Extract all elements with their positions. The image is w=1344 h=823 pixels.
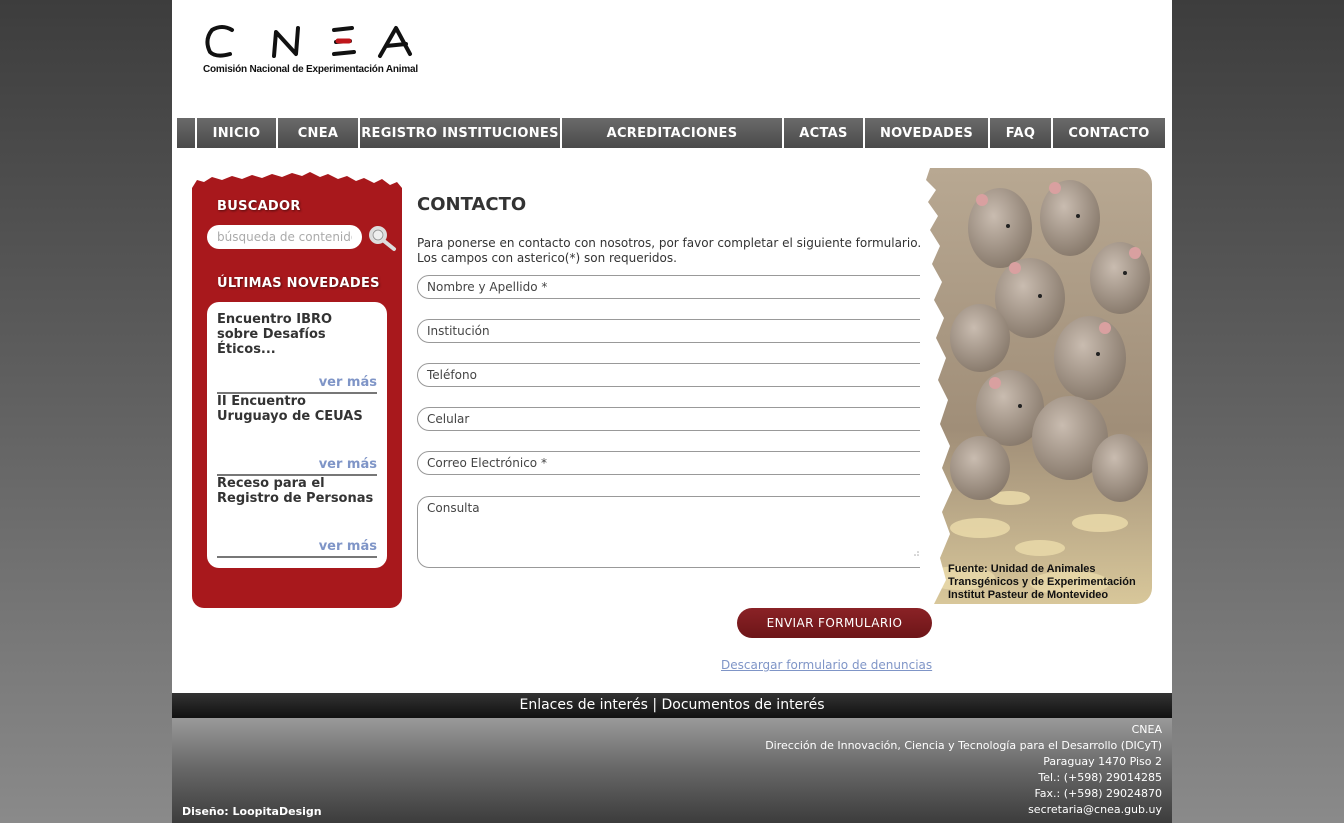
search-input[interactable] xyxy=(207,225,362,249)
email-field[interactable]: Correo Electrónico * xyxy=(417,451,934,475)
search-heading: BUSCADOR xyxy=(217,199,301,214)
read-more-link[interactable]: ver más xyxy=(319,539,377,554)
nav-item-actas[interactable]: ACTAS xyxy=(784,118,863,148)
news-list: Encuentro IBRO sobre Desafíos Éticos... … xyxy=(207,302,387,568)
nav-item-inicio[interactable]: INICIO xyxy=(197,118,276,148)
documents-of-interest-link[interactable]: Documentos de interés xyxy=(662,697,825,713)
list-item: Encuentro IBRO sobre Desafíos Éticos... … xyxy=(217,312,377,394)
read-more-link[interactable]: ver más xyxy=(319,457,377,472)
news-heading: ÚLTIMAS NOVEDADES xyxy=(217,276,380,291)
name-field[interactable]: Nombre y Apellido * xyxy=(417,275,934,299)
news-title[interactable]: II Encuentro Uruguayo de CEUAS xyxy=(217,394,377,424)
mice-photo: Fuente: Unidad de Animales Transgénicos … xyxy=(920,168,1152,604)
list-item: II Encuentro Uruguayo de CEUAS ver más xyxy=(217,394,377,476)
message-textarea[interactable]: Consulta xyxy=(417,496,934,568)
nav-item-faq[interactable]: FAQ xyxy=(990,118,1051,148)
message-placeholder: Consulta xyxy=(427,501,480,515)
design-credit[interactable]: Diseño: LoopitaDesign xyxy=(182,805,322,818)
footer: CNEA Dirección de Innovación, Ciencia y … xyxy=(172,718,1172,823)
footer-links-bar: Enlaces de interés | Documentos de inter… xyxy=(172,693,1172,718)
address: Paraguay 1470 Piso 2 xyxy=(1043,755,1162,768)
main-nav: INICIO CNEA REGISTRO INSTITUCIONES ACRED… xyxy=(177,118,1165,148)
nav-item-contacto[interactable]: CONTACTO xyxy=(1053,118,1165,148)
sidebar: BUSCADOR ÚLTIMAS NOVEDADES Encuentro IBR… xyxy=(192,168,402,608)
list-item: Receso para el Registro de Personas ver … xyxy=(217,476,377,558)
institution-field[interactable]: Institución xyxy=(417,319,934,343)
caption-line: Institut Pasteur de Montevideo xyxy=(948,589,1109,601)
mobile-field[interactable]: Celular xyxy=(417,407,934,431)
nav-item-novedades[interactable]: NOVEDADES xyxy=(865,118,988,148)
page-container: Comisión Nacional de Experimentación Ani… xyxy=(172,0,1172,823)
torn-edge-icon xyxy=(192,168,402,188)
nav-item-registro-instituciones[interactable]: REGISTRO INSTITUCIONES xyxy=(360,118,560,148)
logo-letters-icon xyxy=(205,25,412,58)
form-intro: Para ponerse en contacto con nosotros, p… xyxy=(417,236,921,266)
phone: Tel.: (+598) 29014285 xyxy=(1038,771,1162,784)
logo-subtitle: Comisión Nacional de Experimentación Ani… xyxy=(203,64,418,75)
submit-button[interactable]: ENVIAR FORMULARIO xyxy=(737,608,932,638)
read-more-link[interactable]: ver más xyxy=(319,375,377,390)
contact-info: CNEA Dirección de Innovación, Ciencia y … xyxy=(765,722,1162,818)
required-note: Los campos con asterico(*) son requerido… xyxy=(417,251,677,265)
intro-line: Para ponerse en contacto con nosotros, p… xyxy=(417,236,922,250)
links-of-interest-link[interactable]: Enlaces de interés xyxy=(519,697,647,713)
nav-item-acreditaciones[interactable]: ACREDITACIONES xyxy=(562,118,782,148)
page-title: CONTACTO xyxy=(417,194,527,215)
email-link[interactable]: secretaria@cnea.gub.uy xyxy=(765,802,1162,818)
phone-field[interactable]: Teléfono xyxy=(417,363,934,387)
org-department: Dirección de Innovación, Ciencia y Tecno… xyxy=(765,739,1162,752)
footer-separator: | xyxy=(652,697,658,713)
caption-line: Transgénicos y de Experimentación xyxy=(948,576,1136,588)
nav-spacer xyxy=(177,118,195,148)
download-complaint-form-link[interactable]: Descargar formulario de denuncias xyxy=(721,658,932,672)
search-icon[interactable] xyxy=(367,224,397,252)
nav-item-cnea[interactable]: CNEA xyxy=(278,118,358,148)
org-name: CNEA xyxy=(1131,723,1162,736)
photo-caption: Fuente: Unidad de Animales Transgénicos … xyxy=(948,563,1136,602)
fax: Fax.: (+598) 29024870 xyxy=(1034,787,1162,800)
news-title[interactable]: Encuentro IBRO sobre Desafíos Éticos... xyxy=(217,312,377,357)
mice-image-icon xyxy=(920,168,1152,604)
news-title[interactable]: Receso para el Registro de Personas xyxy=(217,476,377,506)
caption-line: Fuente: Unidad de Animales xyxy=(948,563,1096,575)
